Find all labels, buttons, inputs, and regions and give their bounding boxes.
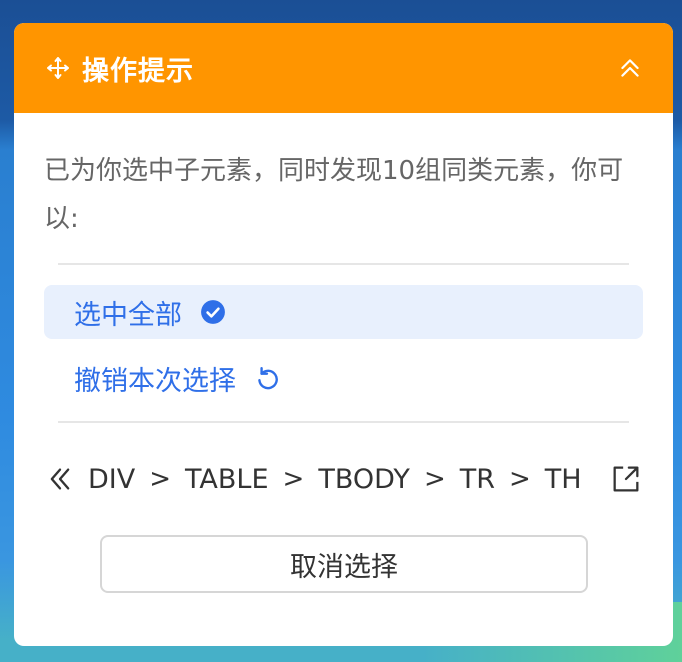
undo-selection-option[interactable]: 撤销本次选择 — [44, 351, 643, 405]
undo-icon — [258, 367, 278, 390]
tip-text: 已为你选中子元素，同时发现10组同类元素，你可以: — [44, 156, 624, 234]
operation-tips-panel: 操作提示 已为你选中子元素，同时发现10组同类元素，你可以: 选中全部 撤销本次… — [14, 23, 673, 646]
select-all-label: 选中全部 — [74, 299, 182, 331]
path-item-th[interactable]: TH — [545, 464, 582, 495]
external-link-icon[interactable] — [609, 462, 643, 496]
path-item-tr[interactable]: TR — [460, 464, 495, 495]
panel-header[interactable]: 操作提示 — [14, 23, 673, 113]
panel-title: 操作提示 — [82, 55, 194, 87]
cancel-selection-button[interactable]: 取消选择 — [100, 535, 588, 593]
path-item-tbody[interactable]: TBODY — [318, 464, 410, 495]
path-separator: > — [149, 464, 172, 494]
element-path-breadcrumb: DIV > TABLE > TBODY > TR > TH — [46, 459, 643, 499]
path-separator: > — [423, 464, 446, 494]
divider — [58, 421, 629, 423]
path-separator: > — [282, 464, 305, 494]
select-all-option[interactable]: 选中全部 — [44, 285, 643, 339]
path-separator: > — [509, 464, 531, 494]
undo-selection-label: 撤销本次选择 — [74, 365, 236, 397]
check-circle-icon — [201, 300, 225, 324]
path-item-table[interactable]: TABLE — [185, 464, 269, 495]
move-icon[interactable] — [46, 56, 70, 80]
divider — [58, 263, 629, 265]
chevron-double-up-icon[interactable] — [617, 55, 643, 81]
path-item-div[interactable]: DIV — [88, 464, 135, 495]
chevron-double-left-icon[interactable] — [46, 465, 74, 493]
